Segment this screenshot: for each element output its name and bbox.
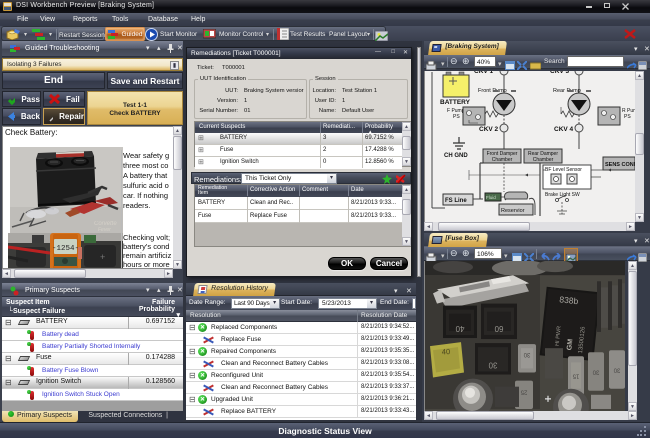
svg-text:30: 30 <box>523 351 530 357</box>
svg-text:BF Level Sensor: BF Level Sensor <box>545 167 582 173</box>
svg-text:Fluid: Fluid <box>486 195 496 200</box>
svg-text:838b: 838b <box>559 294 579 306</box>
svg-text:Reservior: Reservior <box>501 208 525 214</box>
svg-text:GM: GM <box>566 338 574 350</box>
svg-text:40: 40 <box>455 324 464 333</box>
svg-text:25: 25 <box>520 389 527 395</box>
svg-text:40: 40 <box>442 347 451 356</box>
svg-text:PS: PS <box>624 114 631 120</box>
svg-text:BATTERY: BATTERY <box>440 99 471 106</box>
svg-text:SENS CONN: SENS CONN <box>605 162 635 168</box>
svg-text:Chamber: Chamber <box>533 157 554 163</box>
svg-text:CKV 1: CKV 1 <box>474 71 494 75</box>
svg-text:FS Line: FS Line <box>445 198 467 204</box>
svg-text:CKV 3: CKV 3 <box>550 71 570 75</box>
svg-text:PS: PS <box>453 114 460 120</box>
svg-text:30: 30 <box>613 366 620 372</box>
svg-text:30: 30 <box>592 368 599 374</box>
svg-text:Chamber: Chamber <box>492 157 513 163</box>
svg-text:CKV 4: CKV 4 <box>554 126 574 133</box>
svg-text:CKV 2: CKV 2 <box>479 126 499 133</box>
svg-text:CH GND: CH GND <box>444 153 468 159</box>
svg-text:15: 15 <box>572 373 579 379</box>
svg-text:30: 30 <box>488 360 497 369</box>
svg-text:60: 60 <box>494 324 503 333</box>
